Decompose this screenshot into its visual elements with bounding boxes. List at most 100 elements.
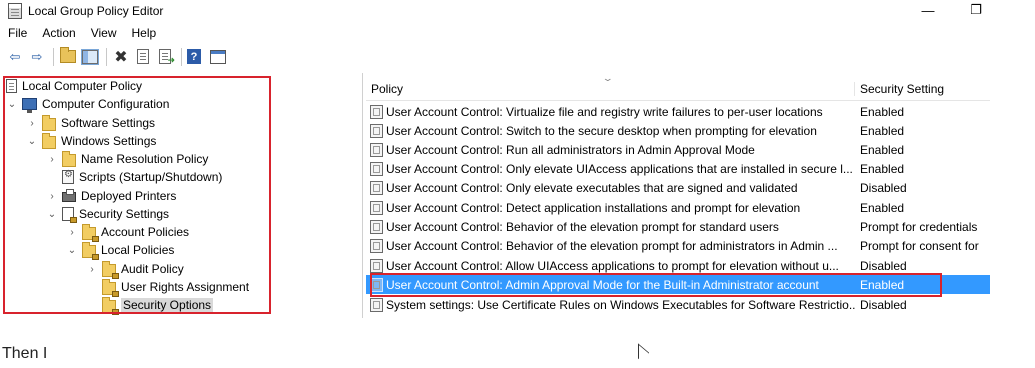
policy-document-icon xyxy=(6,79,17,93)
chevron-right-icon[interactable]: › xyxy=(46,154,58,165)
back-button[interactable]: ⇦ xyxy=(6,48,24,66)
chevron-right-icon[interactable]: › xyxy=(86,264,98,275)
tree-item-account-policies[interactable]: › Account Policies xyxy=(66,223,189,242)
console-tree[interactable]: Local Computer Policy ⌄ Computer Configu… xyxy=(0,73,363,318)
tree-item-software-settings[interactable]: › Software Settings xyxy=(26,114,155,132)
security-setting-value: Disabled xyxy=(860,297,907,312)
policy-icon xyxy=(370,219,383,234)
policy-icon xyxy=(370,104,383,119)
table-row[interactable]: User Account Control: Run all administra… xyxy=(366,140,990,159)
tree-item-audit-policy[interactable]: › Audit Policy xyxy=(86,260,184,279)
security-setting-value: Enabled xyxy=(860,142,905,157)
window-controls: — ❐ xyxy=(921,0,983,20)
column-header-security-setting[interactable]: Security Setting xyxy=(855,82,990,96)
security-setting-value: Disabled xyxy=(860,180,907,195)
secure-folder-icon xyxy=(102,260,119,279)
app-icon xyxy=(8,3,22,19)
table-row[interactable]: System settings: Use Certificate Rules o… xyxy=(366,295,990,314)
menu-bar: File Action View Help xyxy=(0,23,163,43)
table-row[interactable]: User Account Control: Virtualize file an… xyxy=(366,102,990,121)
group-policy-editor-window: Local Group Policy Editor — ❐ File Actio… xyxy=(0,0,1035,368)
tree-item-label: User Rights Assignment xyxy=(121,280,250,294)
tree-item-label: Windows Settings xyxy=(61,134,157,148)
minimize-button[interactable]: — xyxy=(921,3,935,18)
table-row[interactable]: User Account Control: Behavior of the el… xyxy=(366,217,990,236)
table-row[interactable]: User Account Control: Only elevate UIAcc… xyxy=(366,159,990,178)
table-row[interactable]: User Account Control: Only elevate execu… xyxy=(366,178,990,197)
policy-icon xyxy=(370,200,383,215)
table-row[interactable]: User Account Control: Switch to the secu… xyxy=(366,121,990,140)
folder-up-icon xyxy=(60,47,76,63)
policy-icon xyxy=(370,297,383,312)
tree-item-label: Scripts (Startup/Shutdown) xyxy=(79,170,223,184)
policy-list[interactable]: ⌄ Policy Security Setting User Account C… xyxy=(366,73,990,318)
secure-folder-icon xyxy=(102,278,119,297)
chevron-down-icon[interactable]: ⌄ xyxy=(6,99,18,110)
secure-folder-icon xyxy=(102,296,119,315)
footer-text: Then I xyxy=(2,345,48,362)
table-row[interactable]: User Account Control: Detect application… xyxy=(366,198,990,217)
chevron-right-icon[interactable]: › xyxy=(66,227,78,238)
tree-item-label: Security Options xyxy=(121,298,214,312)
toolbar-separator xyxy=(181,47,182,66)
folder-icon xyxy=(62,150,76,167)
help-button[interactable]: ? xyxy=(187,48,205,66)
export-list-button[interactable] xyxy=(156,48,175,66)
show-action-pane-button[interactable] xyxy=(209,48,227,66)
tree-item-security-settings[interactable]: ⌄ Security Settings xyxy=(46,205,169,223)
forward-button[interactable]: ⇨ xyxy=(28,48,46,66)
title-bar: Local Group Policy Editor — ❐ xyxy=(0,0,1035,22)
chevron-right-icon[interactable]: › xyxy=(46,191,58,202)
security-setting-value: Enabled xyxy=(860,104,905,119)
toolbar-separator xyxy=(53,47,54,66)
security-setting-value: Enabled xyxy=(860,123,905,138)
security-settings-icon xyxy=(62,207,77,223)
policy-name: User Account Control: Only elevate execu… xyxy=(386,180,798,195)
tree-item-computer-configuration[interactable]: ⌄ Computer Configuration xyxy=(6,95,169,113)
table-row-selected[interactable]: User Account Control: Admin Approval Mod… xyxy=(366,275,990,294)
tree-item-windows-settings[interactable]: ⌄ Windows Settings xyxy=(26,132,156,150)
policy-name: System settings: Use Certificate Rules o… xyxy=(386,297,855,312)
window-title: Local Group Policy Editor xyxy=(28,4,164,18)
chevron-down-icon[interactable]: ⌄ xyxy=(26,136,38,147)
export-list-icon xyxy=(159,49,175,66)
policy-icon xyxy=(370,180,383,195)
menu-file[interactable]: File xyxy=(0,26,34,40)
menu-view[interactable]: View xyxy=(83,26,124,40)
console-tree-icon xyxy=(81,48,99,65)
menu-action[interactable]: Action xyxy=(34,26,82,40)
security-setting-value: Enabled xyxy=(860,277,905,292)
security-setting-value: Prompt for credentials xyxy=(860,219,978,234)
chevron-down-icon[interactable]: ⌄ xyxy=(66,245,78,256)
tree-item-scripts[interactable]: Scripts (Startup/Shutdown) xyxy=(46,168,222,186)
chevron-down-icon[interactable]: ⌄ xyxy=(46,209,58,220)
tree-item-user-rights-assignment[interactable]: User Rights Assignment xyxy=(86,278,250,297)
table-row[interactable]: User Account Control: Behavior of the el… xyxy=(366,236,990,255)
back-arrow-icon: ⇦ xyxy=(9,48,21,64)
list-header: Policy Security Setting xyxy=(366,78,990,101)
policy-icon xyxy=(370,123,383,138)
action-pane-icon xyxy=(210,49,226,64)
script-icon xyxy=(62,169,74,184)
forward-arrow-icon: ⇨ xyxy=(31,48,43,64)
tree-item-local-policies[interactable]: ⌄ Local Policies xyxy=(66,241,175,260)
policy-name: User Account Control: Behavior of the el… xyxy=(386,238,838,253)
show-hide-tree-button[interactable] xyxy=(81,48,99,66)
column-header-policy[interactable]: Policy xyxy=(366,82,855,96)
tree-item-security-options[interactable]: Security Options xyxy=(86,296,214,315)
up-one-level-button[interactable] xyxy=(59,47,77,66)
delete-button[interactable]: ✖ xyxy=(112,48,130,66)
tree-item-label: Local Policies xyxy=(101,243,175,257)
chevron-right-icon[interactable]: › xyxy=(26,118,38,129)
table-row[interactable]: User Account Control: Allow UIAccess app… xyxy=(366,256,990,275)
tree-item-deployed-printers[interactable]: › Deployed Printers xyxy=(46,187,176,205)
policy-name: User Account Control: Switch to the secu… xyxy=(386,123,817,138)
policy-icon xyxy=(370,142,383,157)
tree-item-name-resolution-policy[interactable]: › Name Resolution Policy xyxy=(46,150,208,168)
properties-doc-button[interactable] xyxy=(134,48,152,66)
policy-name: User Account Control: Only elevate UIAcc… xyxy=(386,161,853,176)
restore-button[interactable]: ❐ xyxy=(969,2,983,18)
document-icon xyxy=(137,49,149,64)
menu-help[interactable]: Help xyxy=(124,26,164,40)
tree-item-local-computer-policy[interactable]: Local Computer Policy xyxy=(6,77,142,95)
